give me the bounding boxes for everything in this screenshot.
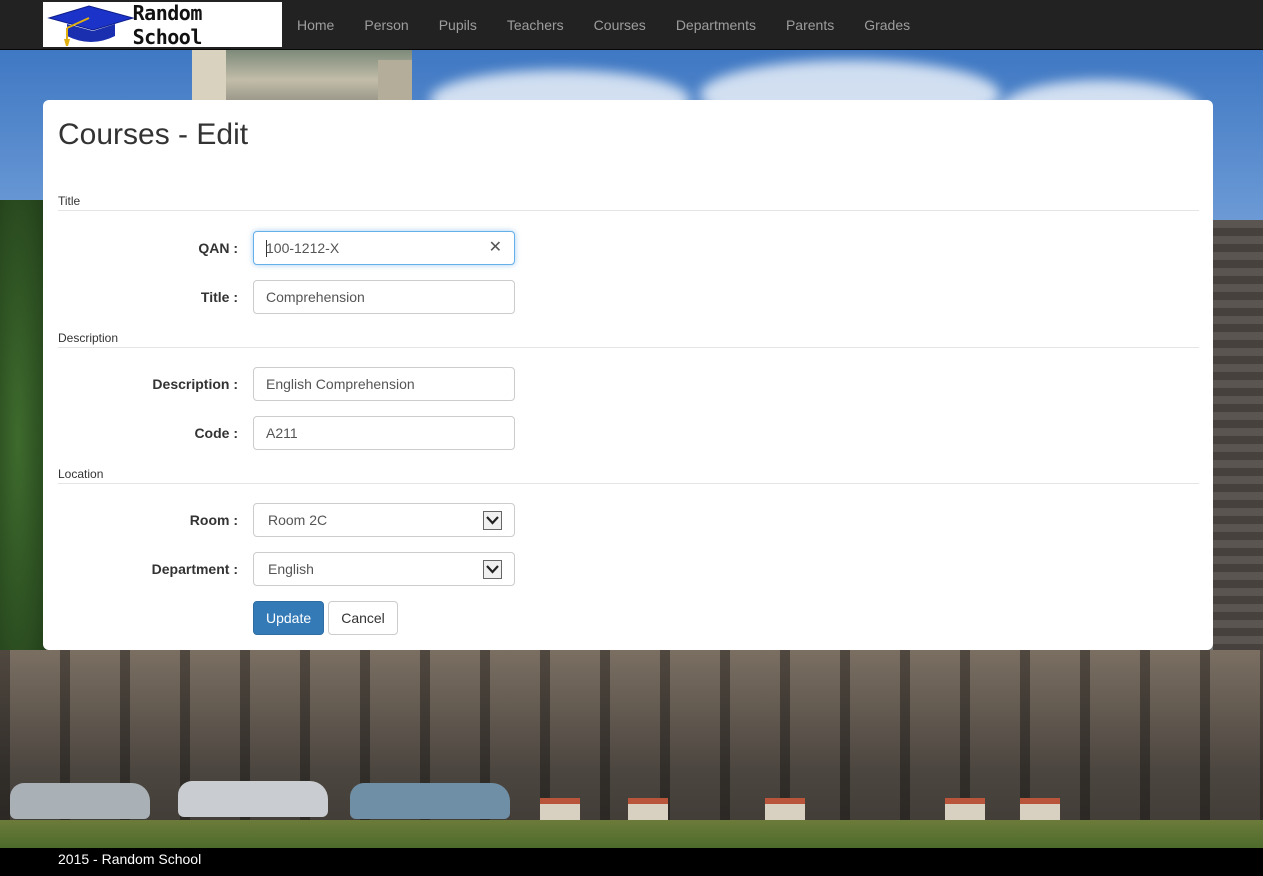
qan-label: QAN :	[198, 240, 238, 256]
nav-departments[interactable]: Departments	[661, 0, 771, 50]
section-location-legend: Location	[58, 467, 1199, 484]
cancel-button[interactable]: Cancel	[328, 601, 398, 635]
main-nav: Home Person Pupils Teachers Courses Depa…	[282, 0, 925, 50]
code-row: Code : A211	[58, 416, 1199, 450]
section-title-legend: Title	[58, 194, 1199, 211]
description-input[interactable]: English Comprehension	[253, 367, 515, 401]
room-row: Room : Room 2C	[58, 503, 1199, 537]
room-label: Room :	[189, 512, 238, 528]
nav-pupils[interactable]: Pupils	[424, 0, 492, 50]
footer-text: 2015 - Random School	[58, 851, 202, 867]
department-row: Department : English	[58, 552, 1199, 586]
edit-course-panel: Courses - Edit Title QAN : 100-1212-X ✕ …	[43, 100, 1213, 650]
title-input[interactable]: Comprehension	[253, 280, 515, 314]
update-button[interactable]: Update	[253, 601, 324, 635]
qan-value: 100-1212-X	[266, 240, 340, 256]
footer: 2015 - Random School	[0, 848, 1263, 876]
nav-grades[interactable]: Grades	[849, 0, 925, 50]
section-description-legend: Description	[58, 331, 1199, 348]
brand-name: Random School	[132, 0, 203, 49]
page-title: Courses - Edit	[58, 118, 249, 151]
chevron-down-icon[interactable]	[483, 560, 502, 579]
chevron-down-icon[interactable]	[483, 511, 502, 530]
title-label: Title :	[200, 289, 238, 305]
department-label: Department :	[151, 561, 238, 577]
clear-icon[interactable]: ✕	[489, 232, 502, 264]
top-navbar: Random School Home Person Pupils Teacher…	[0, 0, 1263, 50]
title-row: Title : Comprehension	[58, 280, 1199, 314]
description-label: Description :	[152, 376, 238, 392]
nav-home[interactable]: Home	[282, 0, 349, 50]
brand-logo[interactable]: Random School	[43, 0, 282, 49]
room-selected-value: Room 2C	[268, 512, 328, 528]
department-selected-value: English	[268, 561, 314, 577]
qan-row: QAN : 100-1212-X ✕	[58, 231, 1199, 265]
text-caret	[266, 240, 267, 257]
description-row: Description : English Comprehension	[58, 367, 1199, 401]
nav-person[interactable]: Person	[349, 0, 423, 50]
nav-courses[interactable]: Courses	[579, 0, 661, 50]
nav-teachers[interactable]: Teachers	[492, 0, 579, 50]
code-label: Code :	[194, 425, 238, 441]
room-select[interactable]: Room 2C	[253, 503, 515, 537]
department-select[interactable]: English	[253, 552, 515, 586]
nav-parents[interactable]: Parents	[771, 0, 849, 50]
code-input[interactable]: A211	[253, 416, 515, 450]
actions-row: Update Cancel	[58, 601, 1199, 635]
qan-input[interactable]: 100-1212-X ✕	[253, 231, 515, 265]
